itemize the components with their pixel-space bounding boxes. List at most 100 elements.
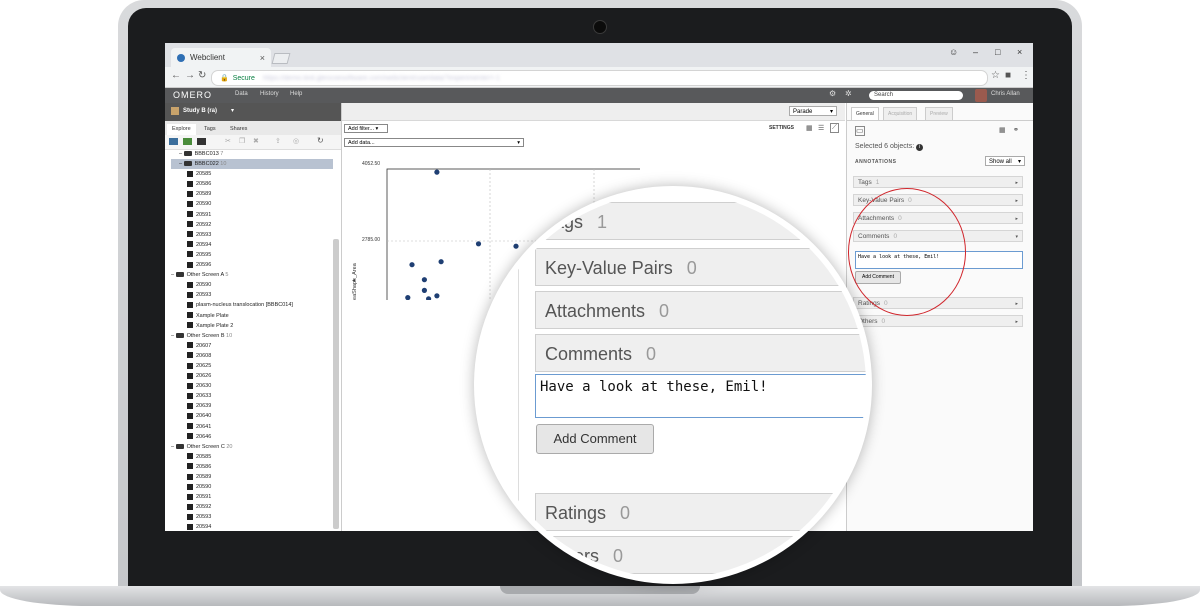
tree-plate[interactable]: 20592 <box>171 502 333 512</box>
tree-plate[interactable]: 20633 <box>171 391 333 401</box>
tree-plate[interactable]: plasm-nucleus translocation [BBBC014] <box>171 300 333 310</box>
open-viewer-icon[interactable]: ▭ <box>855 126 865 136</box>
magnified-ratings-section[interactable]: Ratings 0 <box>535 493 866 531</box>
tree-item-label: 20626 <box>196 373 212 380</box>
scatter-point[interactable] <box>434 169 440 175</box>
tree-item-count: 10 <box>224 332 233 339</box>
tree-plate[interactable]: 20607 <box>171 341 333 351</box>
magnified-comments-section[interactable]: Comments 0 <box>535 334 866 372</box>
chevron-right-icon: ▸ <box>1015 180 1018 186</box>
tree-plate[interactable]: Xample Plate 2 <box>171 321 333 331</box>
tree-item-label: 20639 <box>196 403 212 410</box>
plate-icon <box>187 352 193 359</box>
plate-icon <box>187 483 193 490</box>
tree-plate[interactable]: 20591 <box>171 492 333 502</box>
tree-plate[interactable]: 20641 <box>171 422 333 432</box>
tree-plate[interactable]: 20608 <box>171 351 333 361</box>
list-view-icon[interactable]: ☰ <box>818 124 824 132</box>
apps-icon[interactable]: ✲ <box>845 89 852 98</box>
show-all-label: Show all <box>989 159 1012 165</box>
plate-icon <box>187 503 193 510</box>
scatter-point[interactable] <box>438 259 444 265</box>
tree-plate[interactable]: 20630 <box>171 381 333 391</box>
tab-general[interactable]: General <box>851 107 879 120</box>
tree-plate[interactable]: 20646 <box>171 432 333 442</box>
search-input[interactable]: Search <box>869 91 963 100</box>
tree-item-label: 20594 <box>196 524 212 531</box>
tree-item-label: 20646 <box>196 433 212 440</box>
tree-plate[interactable]: 20594 <box>171 522 333 531</box>
profile-icon[interactable]: ☺ <box>949 47 958 57</box>
tree-plate[interactable]: 20639 <box>171 401 333 411</box>
avatar[interactable] <box>975 89 987 102</box>
close-window-icon[interactable]: × <box>1017 47 1022 57</box>
plate-icon <box>187 322 193 329</box>
plate-icon <box>187 312 193 319</box>
extension-icon[interactable]: ■ <box>1005 70 1011 81</box>
magnified-add-comment-button[interactable]: Add Comment <box>536 424 654 454</box>
info-icon[interactable]: i <box>916 144 924 151</box>
tree-plate[interactable]: 20593 <box>171 512 333 522</box>
tab-preview[interactable]: Preview <box>925 107 953 120</box>
tree-item-label: plasm-nucleus translocation [BBBC014] <box>196 302 293 309</box>
tree-plate[interactable]: 20585 <box>171 452 333 462</box>
others-section[interactable]: Others 0 ▸ <box>853 315 1023 327</box>
magnified-tags-section[interactable]: Tags 1 <box>535 202 866 240</box>
selected-objects: Selected 6 objects: i <box>855 143 924 151</box>
user-menu[interactable]: Chris Allan <box>991 91 1020 97</box>
menu-kebab-icon[interactable]: ⋮ <box>1021 70 1031 81</box>
tree-item-label: 20593 <box>196 514 212 521</box>
tree-plate[interactable]: Xample Plate <box>171 311 333 321</box>
y-tick-label: 4052.50 <box>362 161 380 167</box>
scatter-point[interactable] <box>434 293 440 299</box>
plate-icon <box>187 412 193 419</box>
magnified-tags-count: 1 <box>597 212 608 232</box>
link-icon[interactable]: ⚭ <box>1013 126 1019 134</box>
scatter-point[interactable] <box>421 287 427 293</box>
plate-icon <box>187 342 193 349</box>
tree-plate[interactable]: 20590 <box>171 482 333 492</box>
laptop-notch <box>500 586 700 594</box>
tree-plate[interactable]: 20586 <box>171 462 333 472</box>
scatter-point[interactable] <box>409 262 415 268</box>
tree-item-label: 20586 <box>196 463 212 470</box>
magnifier-divider <box>518 192 519 578</box>
show-all-dropdown[interactable]: Show all ▾ <box>985 156 1025 166</box>
tree-folder[interactable]: – Other Screen B 10 <box>171 331 333 341</box>
tree-item-label: Xample Plate 2 <box>196 322 234 329</box>
tree-plate[interactable]: 20625 <box>171 361 333 371</box>
minimize-icon[interactable]: – <box>973 47 978 57</box>
tree-plate[interactable]: 20626 <box>171 371 333 381</box>
magnified-others-section[interactable]: Others 0 <box>535 536 866 574</box>
magnified-comment-textarea[interactable]: Have a look at these, Emil! <box>535 374 866 418</box>
tab-acquisition[interactable]: Acquisition <box>883 107 918 120</box>
settings-link[interactable]: SETTINGS <box>769 125 794 131</box>
tree-plate[interactable]: 20640 <box>171 411 333 421</box>
scatter-point[interactable] <box>426 296 432 300</box>
tools-icon[interactable]: ⚙ <box>829 89 836 98</box>
thumbnail-view-icon[interactable]: ▦ <box>806 124 813 132</box>
magnified-ratings-label: Ratings <box>545 503 607 523</box>
thumbnails-icon[interactable]: ▦ <box>999 126 1006 134</box>
plate-icon <box>187 402 193 409</box>
magnified-key-value-section[interactable]: Key-Value Pairs 0 <box>535 248 866 286</box>
scatter-point[interactable] <box>405 295 411 300</box>
expand-toggle-icon[interactable]: – <box>171 444 176 450</box>
scatter-point[interactable] <box>421 277 427 283</box>
tree-plate[interactable]: 20589 <box>171 472 333 482</box>
scatter-point[interactable] <box>475 241 482 247</box>
tree-item-label: 20590 <box>196 484 212 491</box>
expand-toggle-icon[interactable]: – <box>171 333 176 339</box>
plate-icon <box>187 423 193 430</box>
parade-dropdown[interactable]: Parade ▾ <box>789 106 837 116</box>
chevron-right-icon: ▸ <box>1015 319 1018 325</box>
magnified-attachments-section[interactable]: Attachments 0 <box>535 291 866 329</box>
bookmark-star-icon[interactable]: ☆ <box>991 70 1000 81</box>
tree-item-label: 20592 <box>196 504 212 511</box>
maximize-icon[interactable]: □ <box>995 47 1000 57</box>
tree-folder[interactable]: – Other Screen C 20 <box>171 442 333 452</box>
plate-icon <box>187 524 193 531</box>
tree-item-label: 20630 <box>196 383 212 390</box>
tags-section[interactable]: Tags 1 ▸ <box>853 176 1023 188</box>
plot-view-icon[interactable]: ⟋ <box>830 123 839 133</box>
